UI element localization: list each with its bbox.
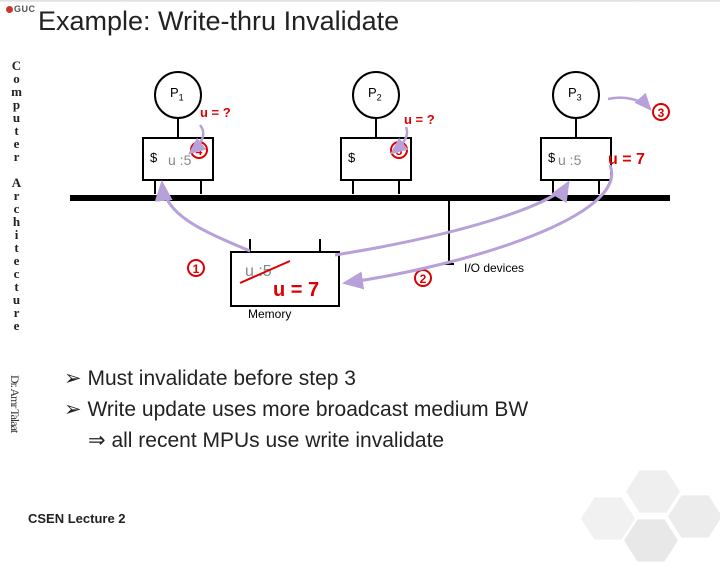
therefore-icon: ⇒ [88, 429, 106, 452]
p3-write-label: u = 7 [608, 151, 645, 169]
brand-logo: GUC [6, 4, 36, 14]
step-5: 5 [390, 141, 408, 159]
bullet-glyph-icon: ➢ [64, 398, 82, 421]
slide-title: Example: Write-thru Invalidate [38, 6, 399, 37]
bus-line [70, 195, 670, 201]
p2-label: P2 [368, 85, 382, 103]
side-course-label: Computer Architecture [4, 58, 24, 331]
memory-old-val: u :5 [245, 263, 272, 281]
bullet-glyph-icon: ➢ [64, 367, 82, 390]
p3-cache-link [575, 119, 577, 137]
p2-u-query: u = ? [404, 112, 435, 127]
bullet-2b-text: all recent MPUs use write invalidate [111, 429, 444, 452]
memory-new-val: u = 7 [273, 279, 319, 302]
p2-cache-link [375, 119, 377, 137]
author-label: Dr. Amr Talaat [6, 375, 22, 432]
io-tick [444, 263, 454, 265]
step-2: 2 [414, 269, 432, 287]
p1-cache-link [177, 119, 179, 137]
diagram-area: P1 P2 P3 $ $ $ u = ? u = ? u :5 u :5 u =… [50, 55, 690, 325]
bullet-1: ➢ Must invalidate before step 3 [64, 366, 684, 393]
mem-leg-r [319, 239, 321, 252]
cache-p3-val: u :5 [558, 152, 581, 168]
cache-p3-label: $ [548, 150, 555, 165]
bullet-2a-text: Write update uses more broadcast medium … [87, 398, 528, 421]
mem-leg-l [249, 239, 251, 252]
logo-dot [6, 6, 13, 13]
step-1: 1 [187, 259, 205, 277]
cache-p1-label: $ [150, 150, 157, 165]
cache-p2-label: $ [348, 150, 355, 165]
p3-label: P3 [568, 85, 582, 103]
footer-text: CSEN Lecture 2 [28, 511, 126, 526]
top-bar [0, 0, 720, 2]
step-4: 4 [190, 141, 208, 159]
io-stem [448, 201, 450, 265]
memory-label: Memory [248, 307, 291, 321]
bullet-2: ➢ Write update uses more broadcast mediu… [64, 397, 684, 424]
step-3: 3 [652, 103, 670, 121]
p1-label: P1 [170, 85, 184, 103]
p1-u-query: u = ? [200, 105, 231, 120]
bullet-list: ➢ Must invalidate before step 3 ➢ Write … [64, 366, 684, 459]
corner-decoration [590, 450, 720, 570]
brand-text: GUC [14, 4, 36, 14]
io-label: I/O devices [464, 261, 524, 275]
cache-p1-val: u :5 [168, 152, 191, 168]
bullet-1-text: Must invalidate before step 3 [87, 367, 356, 390]
